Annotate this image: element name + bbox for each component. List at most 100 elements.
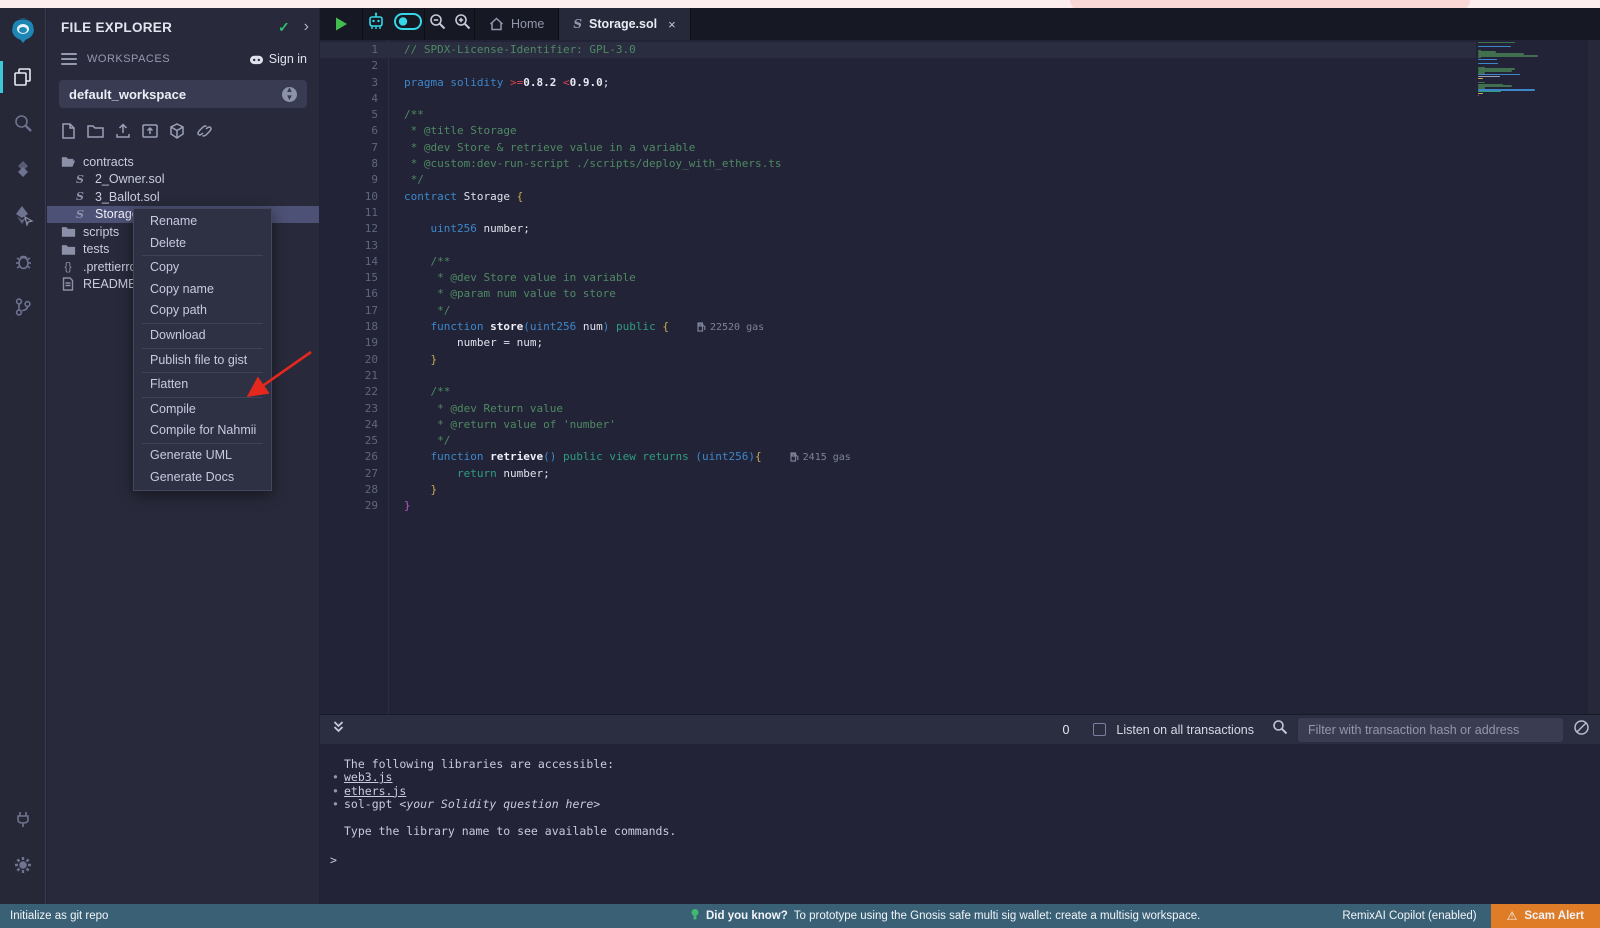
code-line-19: number = num; [404,335,851,351]
copilot-toggle[interactable] [394,13,422,35]
sidebar-item-deploy-run[interactable] [0,192,46,238]
tab-storage-sol[interactable]: S Storage.sol × [559,8,690,40]
workspaces-menu-icon[interactable] [61,50,77,68]
code-line-11 [404,205,851,221]
tree-item-3-ballot-sol[interactable]: S3_Ballot.sol [47,188,319,206]
terminal-prompt[interactable]: > [330,854,337,867]
plugin-icon-bar [0,8,46,904]
code-line-5: /** [404,107,851,123]
transaction-filter-input[interactable] [1298,718,1563,742]
sidebar-item-settings[interactable] [0,842,46,888]
gas-estimate-hint: 22520 gas [697,322,764,333]
zoom-out-button[interactable] [429,13,446,35]
code-line-17: */ [404,303,851,319]
terminal-link-ethers-js[interactable]: ethers.js [344,784,406,798]
code-line-18: function store(uint256 num) public {2252… [404,319,851,335]
tree-item-contracts[interactable]: contracts [47,153,319,171]
clear-console-icon[interactable] [1573,719,1590,741]
workspace-caret-icon: ▲▼ [282,87,297,102]
editor-tab-bar: Home S Storage.sol × [320,8,1600,40]
menu-divider [142,323,263,324]
sidebar-item-file-explorer[interactable] [0,54,46,100]
line-number-gutter: 1234567891011121314151617181920212223242… [320,42,378,515]
tree-item-2-owner-sol[interactable]: S2_Owner.sol [47,171,319,189]
remix-logo[interactable] [0,8,46,54]
solidity-compiler-icon [12,158,34,180]
menu-item-flatten[interactable]: Flatten [134,374,271,396]
context-menu: RenameDeleteCopyCopy nameCopy path Downlo… [133,208,272,491]
accept-check-icon[interactable]: ✓ [278,19,290,36]
code-line-25: */ [404,433,851,449]
upload-folder-button[interactable] [141,122,159,145]
terminal-line: sol-gpt <your Solidity question here> [344,798,676,811]
init-git-repo-button[interactable]: Initialize as git repo [10,910,108,922]
menu-item-compile-for-nahmii[interactable]: Compile for Nahmii [134,420,271,442]
workspace-name: default_workspace [69,87,282,102]
close-tab-icon[interactable]: × [668,17,676,32]
menu-item-compile[interactable]: Compile [134,399,271,421]
solidity-icon: S [72,208,88,221]
menu-divider [142,443,263,444]
workspace-select[interactable]: default_workspace ▲▼ [59,80,307,108]
terminal-line: ethers.js [344,785,676,798]
remix-ai-robot-button[interactable] [366,12,386,36]
menu-divider [142,397,263,398]
panel-title: FILE EXPLORER [61,20,278,35]
menu-item-copy[interactable]: Copy [134,257,271,279]
menu-item-copy-name[interactable]: Copy name [134,279,271,301]
terminal-search-icon[interactable] [1272,719,1288,740]
menu-item-publish-file-to-gist[interactable]: Publish file to gist [134,350,271,372]
folder-icon [60,243,76,256]
gas-estimate-hint: 2415 gas [790,452,851,463]
code-line-15: * @dev Store value in variable [404,270,851,286]
file-explorer-icon [12,66,34,88]
solidity-icon: S [72,190,88,203]
run-script-button[interactable] [320,8,363,40]
code-line-10: contract Storage { [404,189,851,205]
editor-minimap[interactable] [1476,42,1588,714]
sidebar-item-git[interactable] [0,284,46,330]
menu-item-rename[interactable]: Rename [134,211,271,233]
menu-item-delete[interactable]: Delete [134,233,271,255]
terminal-link-web3-js[interactable]: web3.js [344,770,392,784]
listen-transactions-checkbox[interactable] [1093,723,1106,736]
folder-open-icon [60,155,76,168]
code-line-22: /** [404,384,851,400]
new-folder-button[interactable] [86,122,105,145]
github-icon [249,53,264,66]
editor-scrollbar[interactable] [1588,40,1600,714]
sidebar-item-plugin-manager[interactable] [0,796,46,842]
gear-icon [13,855,33,875]
gutter-separator [388,40,389,714]
link-icon[interactable] [195,122,214,145]
menu-item-generate-uml[interactable]: Generate UML [134,445,271,467]
scam-alert-button[interactable]: ⚠ Scam Alert [1491,904,1600,928]
panel-chevron-icon[interactable]: › [304,18,309,36]
code-line-20: } [404,352,851,368]
code-line-6: * @title Storage [404,123,851,139]
remix-logo-icon [6,14,40,48]
ipfs-cube-icon[interactable] [168,122,186,145]
menu-item-download[interactable]: Download [134,325,271,347]
collapse-terminal-icon[interactable] [332,720,345,739]
code-content: // SPDX-License-Identifier: GPL-3.0pragm… [404,42,851,515]
upload-file-button[interactable] [114,122,132,145]
code-line-29: } [404,498,851,514]
new-file-button[interactable] [60,122,77,145]
search-icon [13,113,33,133]
terminal[interactable]: The following libraries are accessible:w… [320,744,1600,904]
sidebar-item-search[interactable] [0,100,46,146]
menu-item-copy-path[interactable]: Copy path [134,300,271,322]
terminal-line [344,812,676,825]
tab-home[interactable]: Home [475,8,559,40]
copilot-status[interactable]: RemixAI Copilot (enabled) [1342,910,1476,922]
workspaces-label: WORKSPACES [87,53,249,65]
did-you-know-tip: Did you know? To prototype using the Gno… [690,908,1200,924]
sidebar-item-debugger[interactable] [0,238,46,284]
github-signin-button[interactable]: Sign in [249,52,307,66]
menu-item-generate-docs[interactable]: Generate Docs [134,467,271,489]
code-editor[interactable]: 1234567891011121314151617181920212223242… [320,40,1600,714]
status-bar: Initialize as git repo Did you know? To … [0,904,1600,928]
sidebar-item-solidity-compiler[interactable] [0,146,46,192]
zoom-in-button[interactable] [454,13,471,35]
